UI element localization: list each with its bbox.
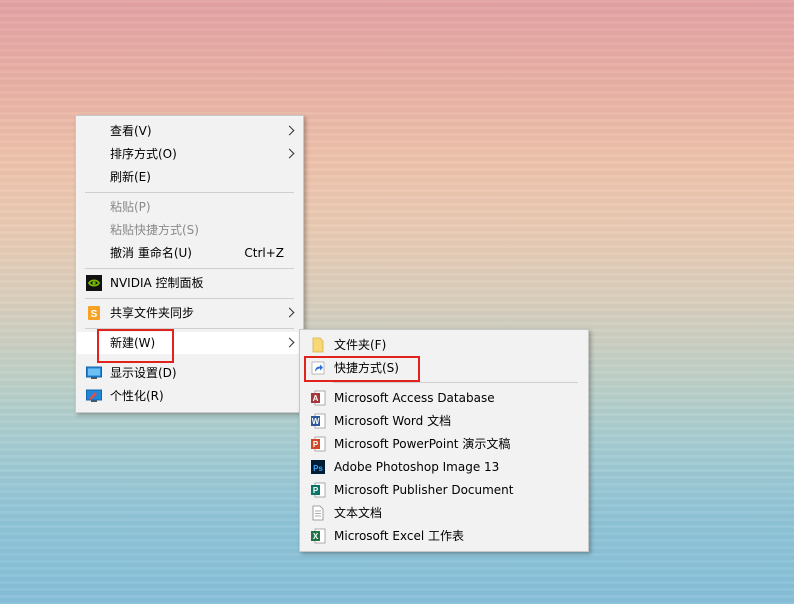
submenu-item-powerpoint[interactable]: P Microsoft PowerPoint 演示文稿 [301, 433, 587, 455]
submenu-item-photoshop-image[interactable]: Ps Adobe Photoshop Image 13 [301, 456, 587, 478]
personalize-icon [86, 389, 102, 402]
menu-item-label: Microsoft Access Database [334, 391, 495, 405]
menu-item-label: 粘贴快捷方式(S) [110, 223, 199, 237]
menu-item-label: 排序方式(O) [110, 147, 177, 161]
menu-item-nvidia-control-panel[interactable]: NVIDIA 控制面板 [77, 272, 302, 294]
menu-item-label: 刷新(E) [110, 170, 151, 184]
text-document-icon [312, 505, 324, 521]
menu-item-label: NVIDIA 控制面板 [110, 276, 204, 290]
menu-item-label: 撤消 重命名(U) [110, 246, 192, 260]
menu-item-label: 文件夹(F) [334, 338, 387, 352]
menu-item-paste-shortcut[interactable]: 粘贴快捷方式(S) [77, 219, 302, 241]
photoshop-icon: Ps [311, 460, 325, 474]
folder-icon [312, 337, 324, 353]
sync-app-icon: S [88, 306, 100, 320]
menu-item-label: 查看(V) [110, 124, 152, 138]
chevron-right-icon [284, 148, 295, 159]
menu-separator [85, 268, 294, 269]
menu-item-view[interactable]: 查看(V) [77, 120, 302, 142]
nvidia-icon [86, 275, 102, 291]
chevron-right-icon [284, 337, 295, 348]
menu-separator [333, 382, 578, 383]
shortcut-icon [311, 361, 325, 375]
menu-separator [85, 298, 294, 299]
menu-item-label: Microsoft Excel 工作表 [334, 529, 465, 543]
menu-item-refresh[interactable]: 刷新(E) [77, 166, 302, 188]
menu-item-label: Microsoft PowerPoint 演示文稿 [334, 437, 511, 451]
svg-text:A: A [313, 394, 319, 403]
publisher-icon: P [311, 482, 326, 498]
access-icon: A [311, 390, 326, 406]
display-icon [86, 366, 102, 379]
menu-item-label: 粘贴(P) [110, 200, 151, 214]
submenu-item-word-document[interactable]: W Microsoft Word 文档 [301, 410, 587, 432]
menu-item-label: 快捷方式(S) [334, 361, 399, 375]
svg-text:Ps: Ps [313, 464, 323, 473]
svg-text:S: S [91, 309, 98, 320]
submenu-item-excel-worksheet[interactable]: X Microsoft Excel 工作表 [301, 525, 587, 547]
submenu-item-folder[interactable]: 文件夹(F) [301, 334, 587, 356]
menu-item-label: 显示设置(D) [110, 366, 177, 380]
menu-separator [85, 328, 294, 329]
menu-item-label: Adobe Photoshop Image 13 [334, 460, 500, 474]
menu-item-shortcut: Ctrl+Z [244, 246, 284, 260]
chevron-right-icon [284, 307, 295, 318]
desktop-context-menu: 查看(V) 排序方式(O) 刷新(E) 粘贴(P) 粘贴快捷方式(S) 撤消 重… [75, 115, 304, 413]
submenu-item-publisher-document[interactable]: P Microsoft Publisher Document [301, 479, 587, 501]
menu-item-paste[interactable]: 粘贴(P) [77, 196, 302, 218]
svg-text:X: X [313, 532, 319, 541]
menu-item-label: 新建(W) [110, 336, 156, 350]
chevron-right-icon [284, 125, 295, 136]
menu-item-label: 共享文件夹同步 [110, 306, 195, 320]
menu-item-sort[interactable]: 排序方式(O) [77, 143, 302, 165]
svg-text:P: P [313, 440, 319, 449]
svg-text:W: W [312, 417, 320, 426]
menu-item-label: 个性化(R) [110, 389, 164, 403]
excel-icon: X [311, 528, 326, 544]
menu-item-new[interactable]: 新建(W) [77, 332, 302, 354]
menu-item-undo-rename[interactable]: 撤消 重命名(U) Ctrl+Z [77, 242, 302, 264]
menu-item-label: Microsoft Publisher Document [334, 483, 514, 497]
menu-item-label: 文本文档 [334, 506, 383, 520]
menu-separator [85, 192, 294, 193]
submenu-item-access-database[interactable]: A Microsoft Access Database [301, 387, 587, 409]
menu-item-personalize[interactable]: 个性化(R) [77, 385, 302, 407]
powerpoint-icon: P [311, 436, 326, 452]
menu-item-shared-folder-sync[interactable]: S 共享文件夹同步 [77, 302, 302, 324]
svg-text:P: P [313, 486, 319, 495]
submenu-item-shortcut[interactable]: 快捷方式(S) [301, 357, 587, 379]
new-submenu: 文件夹(F) 快捷方式(S) A Microsoft Access Databa… [299, 329, 589, 552]
submenu-item-text-document[interactable]: 文本文档 [301, 502, 587, 524]
menu-item-label: Microsoft Word 文档 [334, 414, 452, 428]
menu-item-display-settings[interactable]: 显示设置(D) [77, 362, 302, 384]
word-icon: W [311, 413, 326, 429]
